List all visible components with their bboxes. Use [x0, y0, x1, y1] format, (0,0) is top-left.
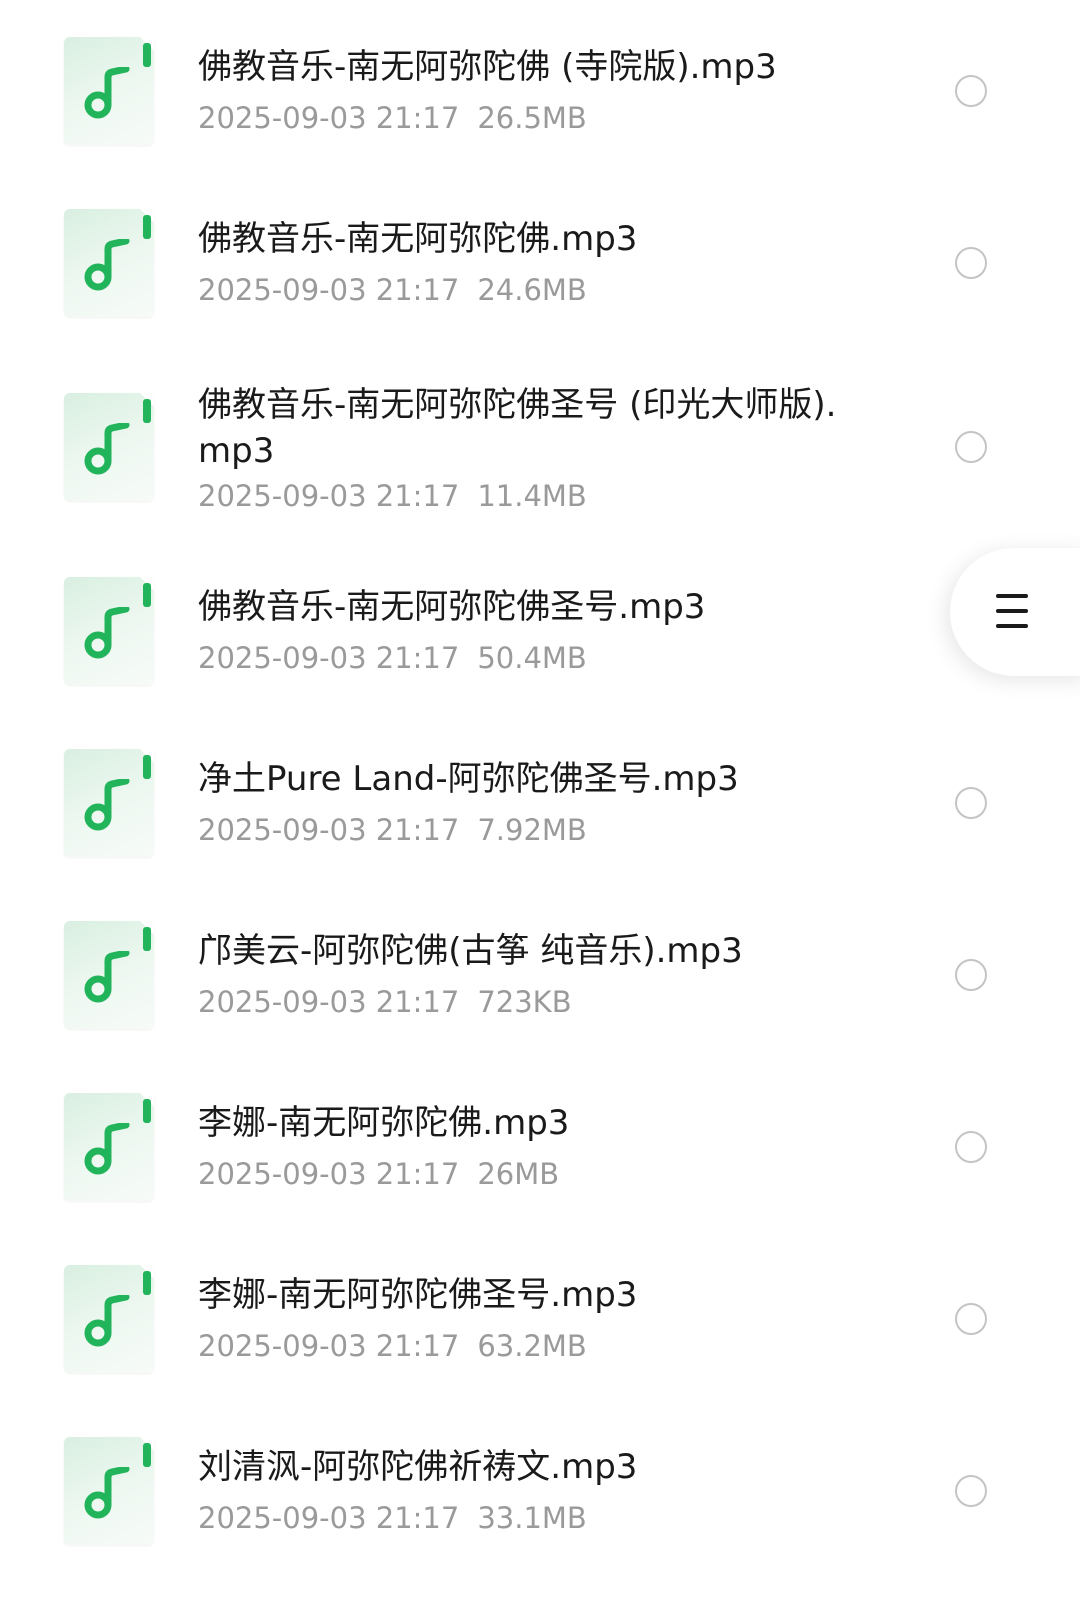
file-size: 33.1MB — [477, 1501, 587, 1535]
select-circle-icon[interactable] — [955, 1131, 987, 1163]
file-meta: 2025-09-03 21:17 26.5MB — [198, 98, 587, 138]
file-row[interactable]: 邝美云-阿弥陀佛(古筝 纯音乐).mp3 2025-09-03 21:17 723… — [0, 884, 1080, 1056]
select-circle-icon[interactable] — [955, 1303, 987, 1335]
file-date: 2025-09-03 21:17 — [198, 101, 460, 135]
file-name: 李娜-南无阿弥陀佛圣号.mp3 — [198, 1275, 638, 1315]
file-meta: 2025-09-03 21:17 24.6MB — [198, 270, 587, 310]
file-name: 佛教音乐-南无阿弥陀佛 (寺院版).mp3 — [198, 47, 777, 87]
music-file-icon — [64, 1265, 154, 1373]
file-name: 佛教音乐-南无阿弥陀佛.mp3 — [198, 219, 638, 259]
file-list: 佛教音乐-南无阿弥陀佛 (寺院版).mp3 2025-09-03 21:17 26… — [0, 0, 1080, 1604]
file-size: 26MB — [477, 1157, 560, 1191]
select-circle-icon[interactable] — [955, 1475, 987, 1507]
file-size: 63.2MB — [477, 1329, 587, 1363]
file-row[interactable]: 佛教音乐-南无阿弥陀佛.mp3 2025-09-03 21:17 24.6MB — [0, 172, 1080, 344]
file-name: 佛教音乐-南无阿弥陀佛圣号.mp3 — [198, 587, 706, 627]
file-meta: 2025-09-03 21:17 7.92MB — [198, 810, 587, 850]
file-date: 2025-09-03 21:17 — [198, 1329, 460, 1363]
file-size: 723KB — [477, 985, 572, 1019]
file-row[interactable]: 佛教音乐-南无阿弥陀佛圣号.mp3 2025-09-03 21:17 50.4MB — [0, 540, 1080, 712]
file-size: 7.92MB — [477, 813, 587, 847]
music-file-icon — [64, 37, 154, 145]
file-row[interactable]: 佛教音乐-南无阿弥陀佛圣号 (印光大师版).mp3 2025-09-03 21:… — [0, 344, 1080, 540]
file-date: 2025-09-03 21:17 — [198, 985, 460, 1019]
file-date: 2025-09-03 21:17 — [198, 273, 460, 307]
file-meta: 2025-09-03 21:17 33.1MB — [198, 1498, 587, 1538]
file-date: 2025-09-03 21:17 — [198, 479, 460, 513]
file-size: 50.4MB — [477, 641, 587, 675]
select-circle-icon[interactable] — [955, 75, 987, 107]
select-circle-icon[interactable] — [955, 787, 987, 819]
music-file-icon — [64, 577, 154, 685]
file-row[interactable]: 刘清沨-阿弥陀佛祈祷文.mp3 2025-09-03 21:17 33.1MB — [0, 1400, 1080, 1572]
file-size: 11.4MB — [477, 479, 587, 513]
file-name: 刘清沨-阿弥陀佛祈祷文.mp3 — [198, 1447, 638, 1487]
file-row[interactable]: 佛教音乐-南无阿弥陀佛 (寺院版).mp3 2025-09-03 21:17 26… — [0, 0, 1080, 172]
music-file-icon — [64, 921, 154, 1029]
file-meta: 2025-09-03 21:17 723KB — [198, 982, 572, 1022]
music-file-icon — [64, 393, 154, 501]
file-date: 2025-09-03 21:17 — [198, 641, 460, 675]
hamburger-menu-icon[interactable] — [996, 594, 1028, 630]
file-meta: 2025-09-03 21:17 50.4MB — [198, 638, 587, 678]
music-file-icon — [64, 1437, 154, 1545]
file-row[interactable]: 净土Pure Land-阿弥陀佛圣号.mp3 2025-09-03 21:17 7… — [0, 712, 1080, 884]
music-file-icon — [64, 749, 154, 857]
file-name: 净土Pure Land-阿弥陀佛圣号.mp3 — [198, 759, 739, 799]
music-file-icon — [64, 209, 154, 317]
select-circle-icon[interactable] — [955, 959, 987, 991]
select-circle-icon[interactable] — [955, 431, 987, 463]
file-name: 李娜-南无阿弥陀佛.mp3 — [198, 1103, 570, 1143]
file-row[interactable]: 李娜-南无阿弥陀佛.mp3 2025-09-03 21:17 26MB — [0, 1056, 1080, 1228]
music-file-icon — [64, 1093, 154, 1201]
file-size: 26.5MB — [477, 101, 587, 135]
file-date: 2025-09-03 21:17 — [198, 1157, 460, 1191]
side-menu-tab[interactable] — [950, 548, 1080, 676]
select-circle-icon[interactable] — [955, 247, 987, 279]
file-name: 佛教音乐-南无阿弥陀佛圣号 (印光大师版).mp3 — [198, 385, 837, 471]
file-date: 2025-09-03 21:17 — [198, 1501, 460, 1535]
file-name: 邝美云-阿弥陀佛(古筝 纯音乐).mp3 — [198, 931, 743, 971]
file-meta: 2025-09-03 21:17 26MB — [198, 1154, 559, 1194]
file-row[interactable]: 李娜-南无阿弥陀佛圣号.mp3 2025-09-03 21:17 63.2MB — [0, 1228, 1080, 1400]
file-date: 2025-09-03 21:17 — [198, 813, 460, 847]
file-meta: 2025-09-03 21:17 11.4MB — [198, 476, 587, 516]
file-size: 24.6MB — [477, 273, 587, 307]
file-meta: 2025-09-03 21:17 63.2MB — [198, 1326, 587, 1366]
